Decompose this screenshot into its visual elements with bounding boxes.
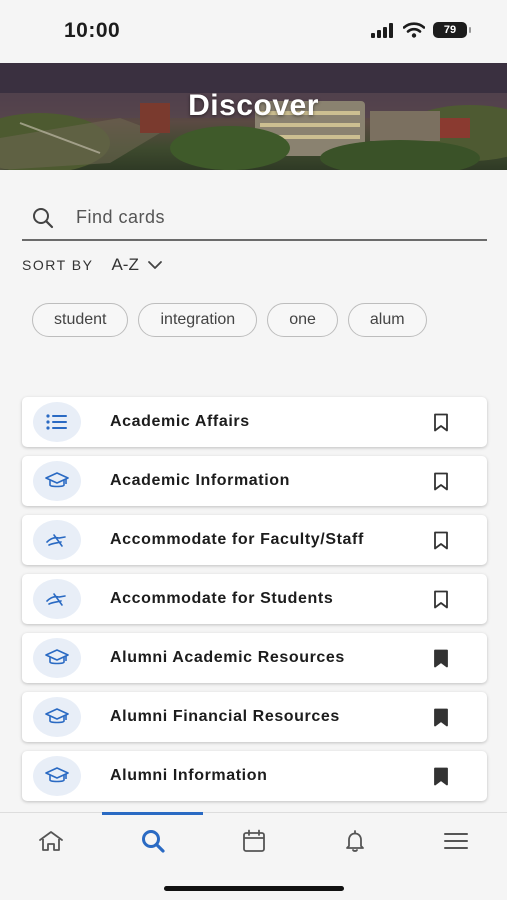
tab-home[interactable] — [0, 813, 101, 868]
card-academic-information[interactable]: Academic Information — [22, 456, 487, 506]
tab-calendar[interactable] — [203, 813, 304, 868]
battery-level: 79 — [443, 24, 457, 36]
bookmark-outline-icon[interactable] — [433, 472, 449, 491]
bookmark-filled-icon[interactable] — [433, 649, 449, 668]
home-icon — [38, 830, 63, 851]
graduation-cap-icon — [45, 767, 69, 783]
card-icon-container — [33, 756, 81, 796]
card-title: Academic Affairs — [110, 413, 250, 430]
search-icon — [141, 829, 165, 853]
bookmark-outline-icon[interactable] — [433, 531, 449, 550]
tab-menu[interactable] — [405, 813, 506, 868]
search-icon — [33, 207, 54, 228]
card-academic-affairs[interactable]: Academic Affairs — [22, 397, 487, 447]
status-bar: 10:00 79 — [0, 0, 507, 63]
menu-icon — [443, 832, 468, 849]
card-alumni-information[interactable]: Alumni Information — [22, 751, 487, 801]
accessibility-hand-icon — [46, 534, 66, 547]
status-icons: 79 — [371, 22, 471, 38]
chip-integration[interactable]: integration — [138, 303, 258, 337]
list-icon — [46, 414, 67, 430]
sort-control[interactable]: SORT BY A-Z — [22, 255, 163, 275]
card-list: Academic Affairs Academic Information Ac… — [22, 397, 487, 810]
card-icon-container — [33, 402, 81, 442]
card-title: Alumni Information — [110, 767, 268, 784]
card-icon-container — [33, 579, 81, 619]
card-icon-container — [33, 461, 81, 501]
card-accommodate-faculty-staff[interactable]: Accommodate for Faculty/Staff — [22, 515, 487, 565]
graduation-cap-icon — [45, 708, 69, 724]
chip-student[interactable]: student — [32, 303, 129, 337]
bell-icon — [345, 829, 364, 852]
card-accommodate-students[interactable]: Accommodate for Students — [22, 574, 487, 624]
card-title: Alumni Academic Resources — [110, 649, 345, 666]
card-title: Accommodate for Faculty/Staff — [110, 531, 364, 548]
sort-label: SORT BY — [22, 257, 94, 273]
card-icon-container — [33, 520, 81, 560]
page-title: Discover — [188, 89, 319, 122]
search-bar[interactable] — [22, 196, 487, 241]
card-title: Accommodate for Students — [110, 590, 334, 607]
card-alumni-financial-resources[interactable]: Alumni Financial Resources — [22, 692, 487, 742]
signal-icon — [371, 22, 393, 38]
calendar-icon — [242, 829, 265, 852]
chip-alum[interactable]: alum — [347, 303, 427, 337]
sort-value[interactable]: A-Z — [111, 255, 138, 275]
bookmark-filled-icon[interactable] — [433, 767, 449, 786]
search-input[interactable] — [76, 207, 456, 228]
wifi-icon — [403, 22, 425, 38]
status-time: 10:00 — [64, 19, 121, 42]
hero-banner: Discover — [0, 63, 507, 170]
card-alumni-academic-resources[interactable]: Alumni Academic Resources — [22, 633, 487, 683]
card-title: Academic Information — [110, 472, 291, 489]
battery-indicator: 79 — [433, 22, 471, 38]
card-icon-container — [33, 697, 81, 737]
bookmark-outline-icon[interactable] — [433, 413, 449, 432]
graduation-cap-icon — [45, 472, 69, 488]
bookmark-filled-icon[interactable] — [433, 708, 449, 727]
bookmark-outline-icon[interactable] — [433, 590, 449, 609]
filter-chips: student integration one alum — [32, 303, 427, 337]
chevron-down-icon[interactable] — [147, 257, 163, 273]
tab-notifications[interactable] — [304, 813, 405, 868]
home-indicator — [164, 886, 344, 891]
chip-one[interactable]: one — [267, 303, 338, 337]
graduation-cap-icon — [45, 649, 69, 665]
card-title: Alumni Financial Resources — [110, 708, 340, 725]
tab-search[interactable] — [102, 813, 203, 868]
card-icon-container — [33, 638, 81, 678]
accessibility-hand-icon — [46, 593, 66, 606]
